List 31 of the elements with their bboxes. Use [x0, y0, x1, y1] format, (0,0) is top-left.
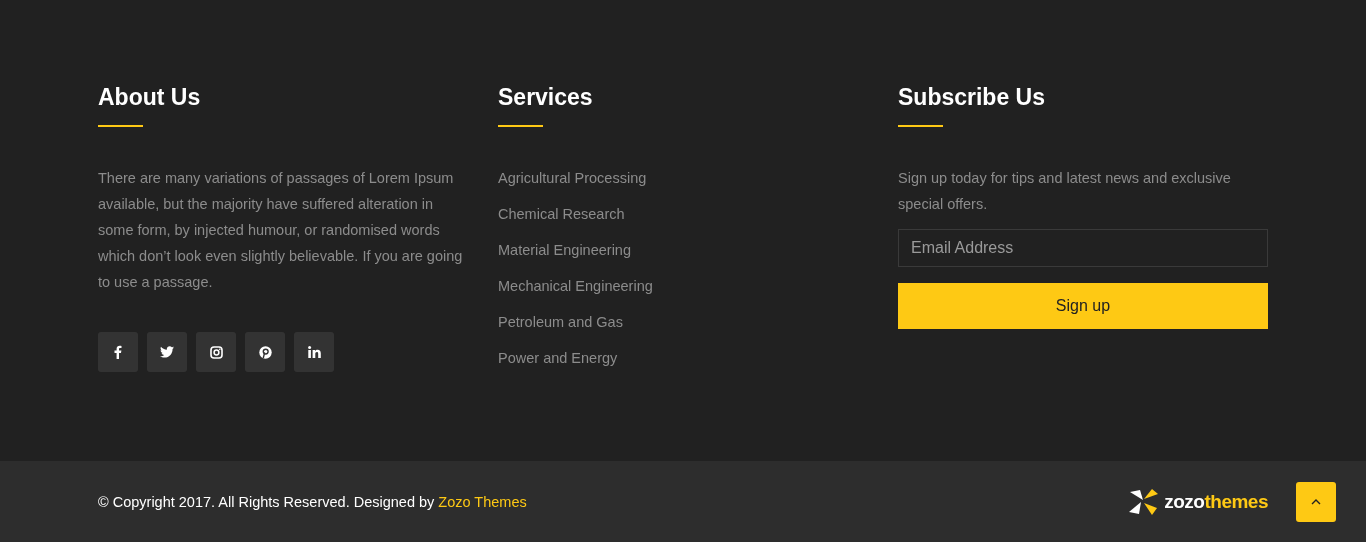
bird-icon: [160, 346, 174, 358]
logo-text: zozothemes: [1164, 490, 1268, 513]
about-text: There are many variations of passages of Lorem Ipsum available, but the majority have suffered alteration in some form, by injected humour, or randomised words which don’t look even slightly believable. If you are going to use a passage.: [98, 169, 464, 292]
service-link[interactable]: Agricultural Processing: [498, 165, 647, 191]
copyright-text: © Copyright 2017. All Rights Reserved. Designed by Zozo Themes: [98, 493, 527, 510]
instagram-button[interactable]: [196, 332, 236, 372]
section-title: Services: [498, 83, 593, 111]
linkedin-button[interactable]: [294, 332, 334, 372]
subscribe-text: Sign up today for tips and latest news and exclusive special offers.: [898, 169, 1232, 214]
service-link[interactable]: Chemical Research: [498, 201, 625, 227]
camera-icon: [209, 345, 223, 359]
section-title: About Us: [98, 83, 201, 111]
pinterest-button[interactable]: [245, 332, 285, 372]
title-underline: [498, 125, 543, 127]
facebook-icon: [114, 345, 122, 359]
service-link[interactable]: Mechanical Engineering: [498, 273, 653, 299]
title-underline: [98, 125, 143, 127]
title-underline: [898, 125, 943, 127]
facebook-button[interactable]: [98, 332, 138, 372]
email-field[interactable]: Email Address: [898, 229, 1268, 267]
network-icon: [307, 346, 321, 358]
section-title: Subscribe Us: [898, 83, 1045, 111]
scroll-top-button[interactable]: [1296, 481, 1336, 522]
caret-up-icon: [1311, 498, 1321, 505]
service-link[interactable]: Petroleum and Gas: [498, 309, 623, 335]
sign-up-button[interactable]: Sign up: [898, 283, 1268, 329]
pin-icon: [258, 345, 272, 359]
service-link[interactable]: Material Engineering: [498, 237, 631, 263]
twitter-button[interactable]: [147, 332, 187, 372]
designer-link[interactable]: Zozo Themes: [438, 493, 527, 510]
service-link[interactable]: Power and Energy: [498, 345, 618, 371]
